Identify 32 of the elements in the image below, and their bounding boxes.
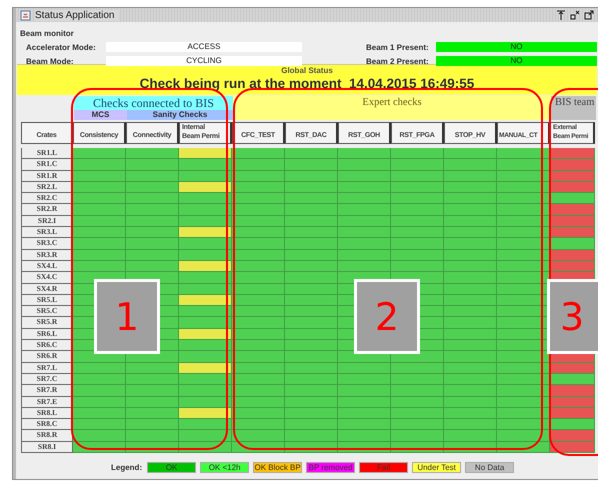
legend-swatch: Under Test	[412, 462, 462, 474]
status-indicator: NO	[436, 42, 597, 52]
subgroup-header: MCS	[74, 110, 127, 120]
legend-swatch: Fail	[359, 462, 408, 474]
legend-swatch: No Data	[465, 462, 514, 474]
field-label: Accelerator Mode:	[26, 42, 97, 52]
field-label: Beam 1 Present:	[366, 42, 430, 52]
number-label: 1	[94, 279, 160, 354]
number-label: 2	[354, 279, 420, 354]
legend-swatch: OK <12h	[200, 462, 250, 474]
subgroup-header: Sanity Checks	[127, 110, 233, 120]
legend-swatch: BP removed	[306, 462, 356, 474]
status-indicator: NO	[436, 56, 597, 66]
group-header: Expert checks	[233, 96, 551, 120]
minimize-icon[interactable]	[570, 10, 580, 20]
number-label: 3	[547, 279, 598, 354]
field-label: Beam Mode:	[26, 56, 75, 66]
field-label: Beam 2 Present:	[366, 56, 430, 66]
group-header: Checks connected to BIS	[74, 96, 233, 110]
section-title: Global Status	[281, 66, 333, 75]
app-icon	[20, 10, 31, 20]
legend-label: Legend:	[111, 463, 142, 472]
group-header: BIS team	[551, 96, 596, 120]
legend-swatch: OK	[147, 462, 196, 474]
legend-swatch: OK Block BP	[253, 462, 302, 474]
pin-icon[interactable]	[556, 10, 566, 20]
window-title: Status Application	[35, 10, 118, 20]
value-field: CYCLING	[106, 56, 302, 66]
status-message: Check being run at the moment 14.04.2015 16:49:55	[140, 76, 474, 91]
maximize-icon[interactable]	[584, 10, 594, 20]
panel-title: Beam monitor	[20, 29, 74, 38]
value-field: ACCESS	[106, 42, 302, 52]
